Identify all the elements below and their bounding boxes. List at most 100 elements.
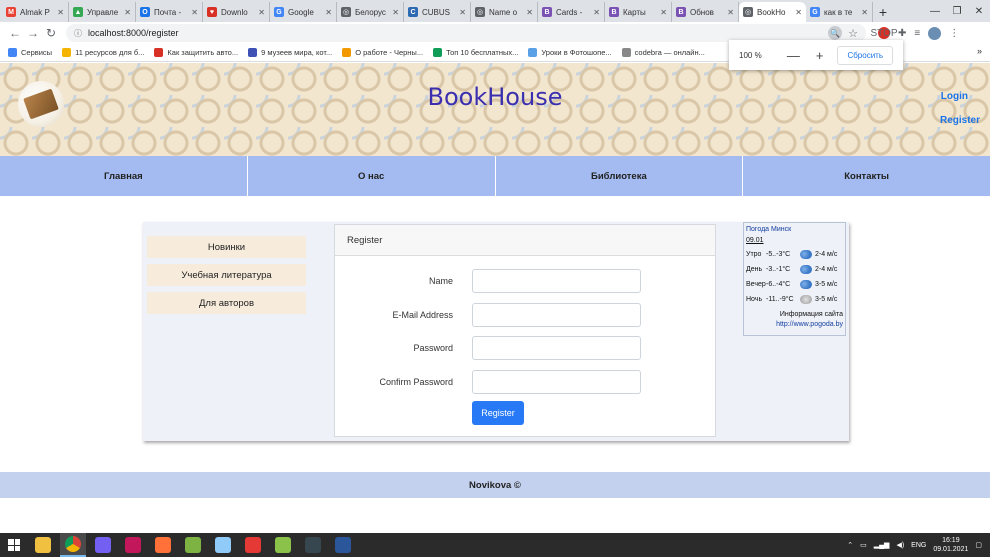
tab-close-icon[interactable]: ✕ (258, 8, 265, 17)
tab-close-icon[interactable]: ✕ (795, 8, 802, 17)
browser-tab[interactable]: ◎ Белорус ✕ (337, 2, 404, 22)
windows-logo-icon (8, 539, 20, 551)
maximize-icon[interactable]: ❐ (946, 0, 968, 22)
nav-item-about[interactable]: О нас (248, 156, 496, 196)
login-link[interactable]: Login (941, 91, 968, 102)
bookmark-item[interactable]: Уроки в Фотошопе... (528, 48, 612, 57)
tab-close-icon[interactable]: ✕ (727, 8, 734, 17)
zoom-out-button[interactable]: — (787, 48, 800, 63)
browser-tab[interactable]: B Обнов ✕ (672, 2, 739, 22)
bookmark-label: Сервисы (21, 48, 53, 57)
browser-tab[interactable]: B Карты ✕ (605, 2, 672, 22)
tab-label: Google (288, 7, 314, 17)
confirm-password-label: Confirm Password (379, 377, 453, 387)
indesign-icon[interactable] (120, 533, 146, 557)
minimize-icon[interactable]: — (924, 0, 946, 22)
adblock-extension-icon[interactable]: STOP (870, 27, 898, 39)
browser-tab[interactable]: ◎ BookHo ✕ (739, 2, 806, 22)
browser-tab[interactable]: M Almak P ✕ (2, 2, 69, 22)
zoom-in-button[interactable]: + (816, 48, 824, 63)
viber-icon[interactable] (90, 533, 116, 557)
confirm-password-input[interactable] (472, 370, 641, 394)
image-editor-icon[interactable] (270, 533, 296, 557)
bookmark-item[interactable]: 11 ресурсов для б... (62, 48, 144, 57)
start-button[interactable] (0, 539, 28, 551)
zoom-icon[interactable]: 🔍 (828, 26, 843, 40)
clock[interactable]: 16:19 09.01.2021 (933, 536, 968, 554)
file-explorer-icon[interactable] (30, 533, 56, 557)
firefox-icon[interactable] (150, 533, 176, 557)
bookmarks-more[interactable]: » (977, 46, 982, 56)
downloads-icon[interactable]: ≡ (914, 28, 920, 39)
bookmark-item[interactable]: О работе - Черны... (342, 48, 423, 57)
tab-close-icon[interactable]: ✕ (526, 8, 533, 17)
chrome-icon[interactable] (60, 533, 86, 557)
bookmark-star-icon[interactable]: ☆ (848, 27, 858, 40)
tab-close-icon[interactable]: ✕ (57, 8, 64, 17)
weather-wind: 2-4 м/с (815, 266, 838, 273)
reload-icon[interactable]: ↻ (42, 26, 60, 40)
back-icon[interactable]: ← (6, 26, 24, 40)
network-icon[interactable]: ▂▄▆ (874, 541, 890, 549)
info-icon[interactable]: ⓘ (74, 28, 82, 39)
browser-tab[interactable]: G Google ✕ (270, 2, 337, 22)
bookmark-item[interactable]: 9 музеев мира, кот... (248, 48, 332, 57)
tab-close-icon[interactable]: ✕ (392, 8, 399, 17)
tab-close-icon[interactable]: ✕ (660, 8, 667, 17)
bookmark-item[interactable]: codebra — онлайн... (621, 48, 705, 57)
browser-tab[interactable]: ◎ Name o ✕ (471, 2, 538, 22)
name-input[interactable] (472, 269, 641, 293)
side-item-textbooks[interactable]: Учебная литература (147, 264, 306, 286)
volume-icon[interactable]: ◀) (896, 541, 904, 549)
profile-avatar[interactable] (928, 26, 942, 40)
menu-kebab-icon[interactable]: ⋮ (949, 28, 959, 39)
bookmark-item[interactable]: Как защитить авто... (154, 48, 238, 57)
side-item-new[interactable]: Новинки (147, 236, 306, 258)
weather-temp: -3..-1°C (766, 266, 791, 273)
nav-item-library[interactable]: Библиотека (496, 156, 744, 196)
weather-link[interactable]: http://www.pogoda.by (746, 321, 843, 328)
word-icon[interactable] (330, 533, 356, 557)
tab-close-icon[interactable]: ✕ (459, 8, 466, 17)
tab-favicon-icon: ◎ (475, 7, 485, 17)
browser-tab[interactable]: O Почта - ✕ (136, 2, 203, 22)
password-input[interactable] (472, 336, 641, 360)
extensions: STOP ✚ ≡ ⋮ (870, 26, 959, 40)
tray-chevron-icon[interactable]: ⌃ (847, 541, 853, 549)
terminal-icon[interactable] (300, 533, 326, 557)
browser-tab[interactable]: ♥ Downlo ✕ (203, 2, 270, 22)
browser-tab[interactable]: Gкак в те ✕ (806, 2, 873, 22)
weather-info: Информация сайта (779, 311, 843, 318)
nav-item-contacts[interactable]: Контакты (743, 156, 990, 196)
browser-tab[interactable]: C CUBUS ✕ (404, 2, 471, 22)
tab-close-icon[interactable]: ✕ (124, 8, 131, 17)
notifications-icon[interactable]: ▢ (975, 541, 982, 549)
browser-tab[interactable]: ▲ Управле ✕ (69, 2, 136, 22)
email-input[interactable] (472, 303, 641, 327)
tab-close-icon[interactable]: ✕ (861, 8, 868, 17)
weather-title[interactable]: Погода Минск (746, 226, 843, 233)
language-indicator[interactable]: ENG (911, 542, 926, 549)
bookmark-item[interactable]: Сервисы (8, 48, 52, 57)
notepad-icon[interactable] (210, 533, 236, 557)
opera-icon[interactable] (240, 533, 266, 557)
image-viewer-icon[interactable] (180, 533, 206, 557)
site-title: BookHouse (427, 83, 563, 111)
weather-date[interactable]: 09.01 (746, 237, 843, 244)
tab-close-icon[interactable]: ✕ (593, 8, 600, 17)
bookmark-item[interactable]: Топ 10 бесплатных... (433, 48, 518, 57)
close-window-icon[interactable]: ✕ (968, 0, 990, 22)
nav-item-home[interactable]: Главная (0, 156, 248, 196)
tab-close-icon[interactable]: ✕ (191, 8, 198, 17)
browser-tab[interactable]: B Cards - ✕ (538, 2, 605, 22)
zoom-reset-button[interactable]: Сбросить (837, 45, 893, 65)
tab-close-icon[interactable]: ✕ (325, 8, 332, 17)
extensions-puzzle-icon[interactable]: ✚ (898, 28, 906, 39)
battery-icon[interactable]: ▭ (860, 541, 867, 549)
snow-cloud-icon (800, 265, 812, 274)
register-button[interactable]: Register (472, 401, 524, 425)
register-link[interactable]: Register (940, 115, 980, 126)
new-tab-button[interactable]: + (873, 2, 893, 22)
side-item-authors[interactable]: Для авторов (147, 292, 306, 314)
forward-icon[interactable]: → (24, 26, 42, 40)
